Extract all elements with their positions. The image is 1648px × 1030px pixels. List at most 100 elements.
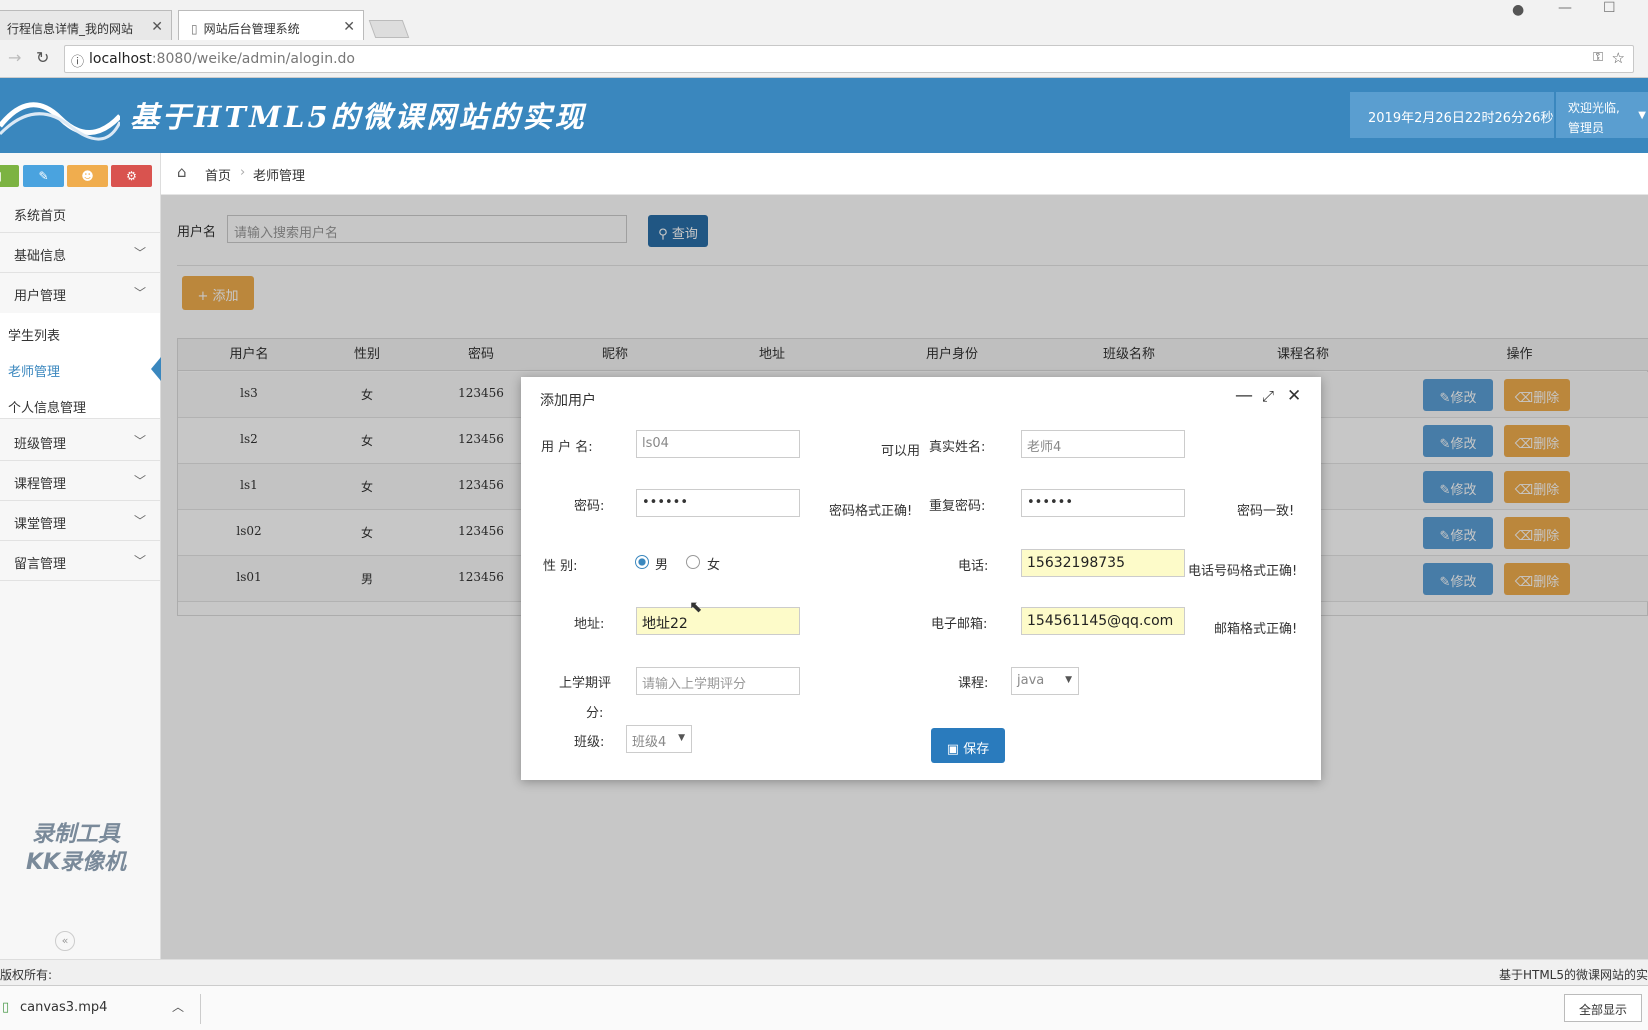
sidebar-subitem-teachers[interactable]: 老师管理 (8, 361, 60, 380)
browser-chrome: 行程信息详情_我的网站 ✕ ▯ 网站后台管理系统 ✕ ● — ☐ → ↻ ⓘ lo… (0, 0, 1648, 78)
close-icon[interactable]: ✕ (1287, 386, 1301, 406)
sidebar-subitem-profile[interactable]: 个人信息管理 (8, 397, 86, 416)
dialog-title: 添加用户 (540, 393, 596, 409)
chevron-down-icon: ﹀ (133, 286, 146, 300)
score-label: 上学期评 (559, 676, 612, 691)
sidebar-item-course-management[interactable]: 课程管理 ﹀ (0, 461, 160, 501)
expand-icon[interactable]: ⤢ (1262, 387, 1274, 405)
username-field[interactable]: ls04 (636, 430, 800, 458)
breadcrumb: ⌂ 首页 › 老师管理 (161, 153, 1648, 195)
collapse-sidebar-icon[interactable]: « (55, 931, 75, 951)
password-field[interactable]: •••••• (636, 489, 800, 517)
class-label: 班级: (574, 735, 605, 750)
user-menu[interactable]: 欢迎光临, 管理员 ▼ (1556, 92, 1648, 138)
forward-icon[interactable]: → (8, 48, 21, 67)
chart-icon: ▮ (0, 169, 2, 183)
sidebar-subitem-students[interactable]: 学生列表 (8, 325, 60, 344)
chevron-down-icon: ﹀ (133, 474, 146, 488)
file-icon: ▯ (2, 1000, 10, 1015)
sidebar-item-message-management[interactable]: 留言管理 ﹀ (0, 541, 160, 581)
tab-close-icon[interactable]: ✕ (151, 19, 163, 35)
radio-female[interactable] (686, 555, 700, 569)
cursor-icon: ⬉ (689, 597, 703, 616)
course-select[interactable]: java ▼ (1011, 667, 1079, 695)
tab-label: 网站后台管理系统 (203, 22, 300, 36)
tab-label: 行程信息详情_我的网站 (7, 22, 134, 36)
realname-field[interactable]: 老师4 (1021, 430, 1185, 458)
minimize-icon[interactable]: — (1558, 0, 1572, 16)
sidebar-item-classroom-management[interactable]: 课堂管理 ﹀ (0, 501, 160, 541)
save-button[interactable]: ▣ 保存 (931, 728, 1005, 763)
email-hint: 邮箱格式正确! (1214, 622, 1298, 637)
phone-field[interactable]: 15632198735 (1021, 549, 1185, 577)
url-host: localhost (89, 51, 152, 67)
sidebar-item-basic-info[interactable]: 基础信息 ﹀ (0, 233, 160, 273)
reload-icon[interactable]: ↻ (36, 48, 49, 67)
profile-icon[interactable]: ● (1512, 2, 1524, 18)
phone-hint: 电话号码格式正确! (1188, 564, 1298, 579)
watermark-line: 录制工具 (31, 822, 120, 847)
info-icon[interactable]: ⓘ (71, 51, 84, 70)
address-label: 地址: (574, 617, 605, 632)
email-label: 电子邮箱: (931, 617, 988, 632)
breadcrumb-home[interactable]: 首页 (205, 165, 231, 184)
minimize-icon[interactable]: — (1235, 385, 1253, 406)
tab-active[interactable]: ▯ 网站后台管理系统 ✕ (178, 10, 364, 40)
username-label: 用 户 名: (541, 440, 593, 455)
download-filename[interactable]: canvas3.mp4 (20, 1000, 107, 1015)
score-label-cont: 分: (586, 706, 604, 721)
bookmark-star-icon[interactable]: ☆ (1612, 49, 1625, 67)
sidebar-item-class-management[interactable]: 班级管理 ﹀ (0, 421, 160, 461)
settings-shortcut-button[interactable]: ⚙ (111, 165, 152, 187)
sidebar-item-label: 系统首页 (14, 209, 67, 224)
class-select[interactable]: 班级4 ▼ (626, 725, 692, 753)
address-bar[interactable]: ⓘ localhost:8080/weike/admin/alogin.do ⚿… (64, 45, 1634, 73)
breadcrumb-separator: › (240, 165, 246, 180)
sidebar-item-user-management[interactable]: 用户管理 ﹀ (0, 273, 160, 313)
download-bar: ▯ canvas3.mp4 ︿ 全部显示 (0, 985, 1648, 1030)
users-icon: ☻ (81, 169, 94, 183)
tab-inactive[interactable]: 行程信息详情_我的网站 ✕ (0, 10, 172, 40)
breadcrumb-current: 老师管理 (253, 169, 306, 184)
chevron-down-icon: ﹀ (133, 434, 146, 448)
sidebar-item-label: 留言管理 (14, 557, 67, 572)
gears-icon: ⚙ (126, 169, 137, 183)
chevron-down-icon: ﹀ (133, 514, 146, 528)
course-label: 课程: (958, 676, 989, 691)
email-field[interactable]: 154561145@qq.com (1021, 607, 1185, 635)
score-field[interactable]: 请输入上学期评分 (636, 667, 800, 695)
site-title: 基于HTML5的微课网站的实现 (130, 100, 587, 134)
password-label: 密码: (574, 499, 605, 514)
repeat-password-field[interactable]: •••••• (1021, 489, 1185, 517)
sidebar-item-label: 用户管理 (14, 289, 67, 304)
class-select-value: 班级4 (632, 735, 667, 750)
chevron-up-icon[interactable]: ︿ (172, 998, 184, 1015)
sidebar-item-label: 课程管理 (14, 477, 67, 492)
sidebar: ▮ ✎ ☻ ⚙ 系统首页 基础信息 ﹀ 用户管理 ﹀ 学生列表 老师管理 个人信息管… (0, 153, 161, 959)
watermark-line: KK录像机 (25, 850, 127, 875)
sidebar-item-home[interactable]: 系统首页 (0, 193, 160, 233)
recorder-watermark: 录制工具 KK录像机 (6, 821, 146, 877)
new-tab-button[interactable] (368, 20, 410, 38)
divider (200, 994, 201, 1024)
edit-shortcut-button[interactable]: ✎ (23, 165, 64, 187)
users-shortcut-button[interactable]: ☻ (67, 165, 108, 187)
floppy-icon: ▣ (946, 742, 964, 757)
key-icon[interactable]: ⚿ (1593, 50, 1603, 65)
show-all-downloads-button[interactable]: 全部显示 (1564, 994, 1642, 1022)
chevron-down-icon: ﹀ (133, 246, 146, 260)
maximize-icon[interactable]: ☐ (1603, 0, 1616, 16)
user-role: 管理员 (1568, 121, 1605, 135)
radio-male[interactable] (635, 555, 649, 569)
realname-label: 真实姓名: (929, 440, 986, 455)
gender-label: 性 别: (543, 559, 578, 574)
tab-close-icon[interactable]: ✕ (343, 19, 355, 35)
chevron-down-icon: ﹀ (133, 554, 146, 568)
course-select-value: java (1017, 673, 1045, 688)
save-button-label: 保存 (963, 742, 990, 757)
caret-down-icon: ▼ (1638, 110, 1646, 121)
stats-button[interactable]: ▮ (0, 165, 19, 187)
gender-male-label: 男 (655, 558, 669, 573)
address-field[interactable]: 地址22 (636, 607, 800, 635)
site-header: 基于HTML5的微课网站的实现 2019年2月26日22时26分26秒 欢迎光临… (0, 78, 1648, 153)
